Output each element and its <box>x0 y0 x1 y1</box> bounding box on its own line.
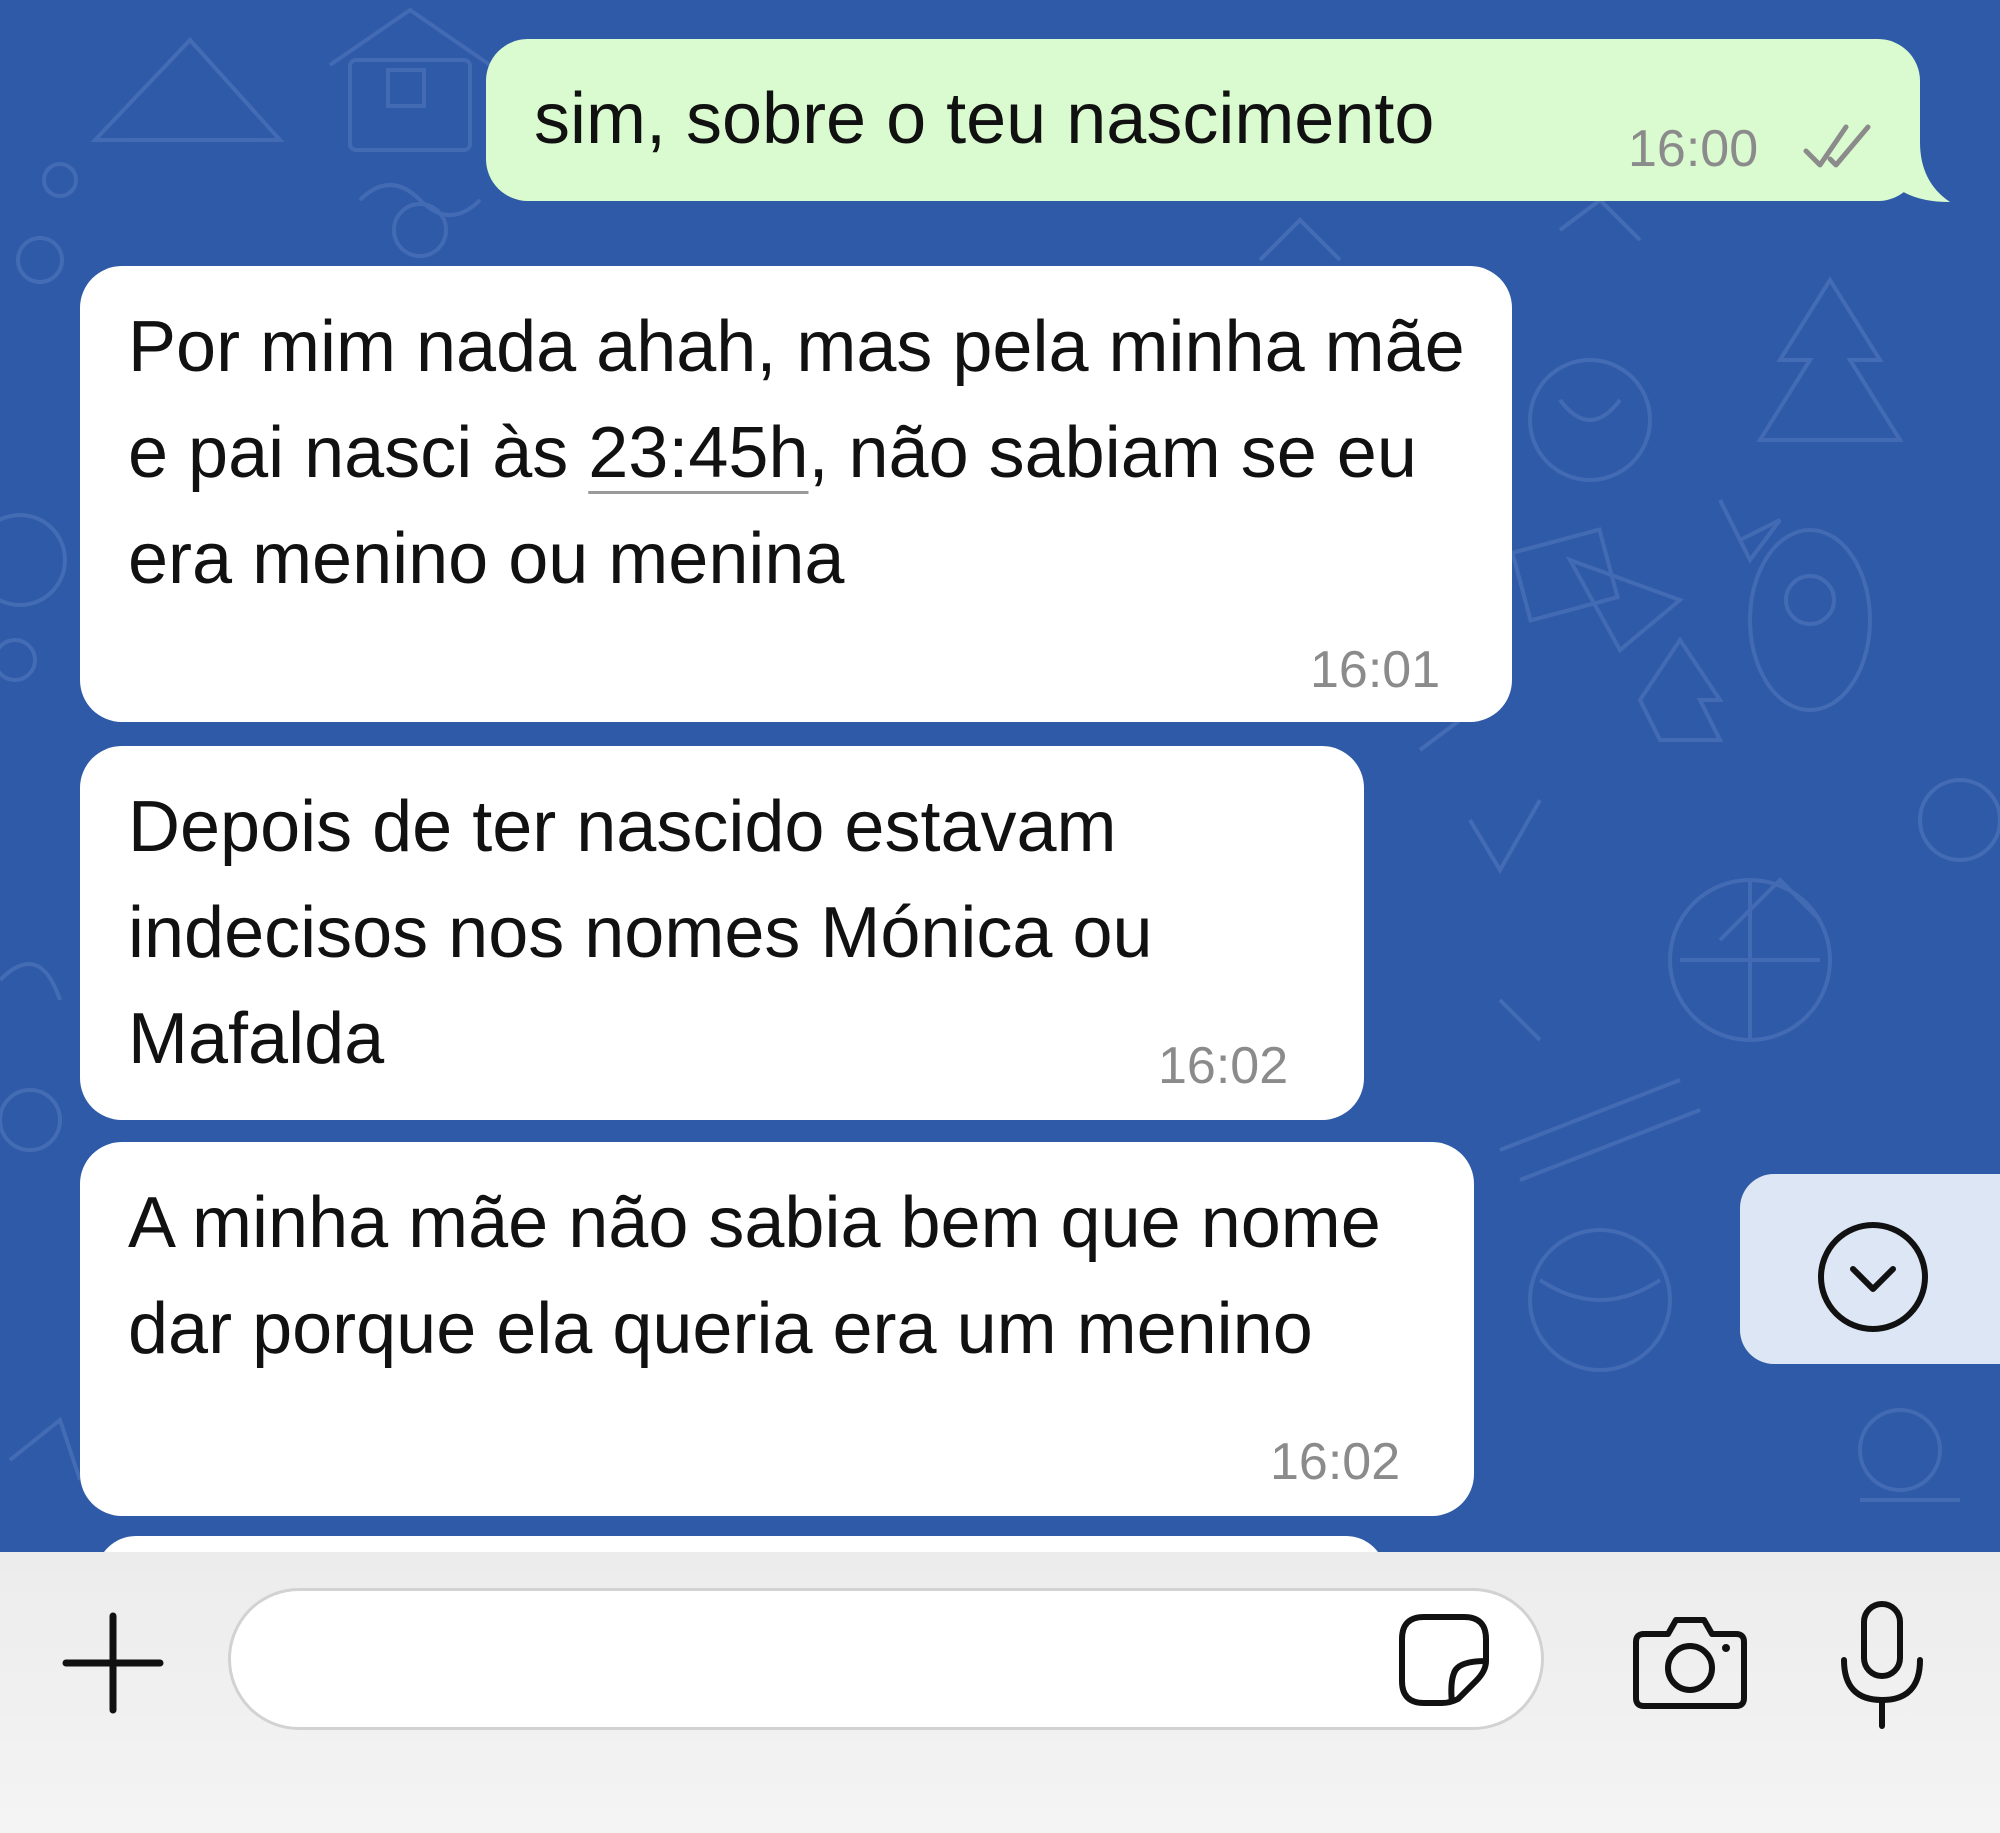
message-text: Por mim nada ahah, mas pela minha mãe e … <box>128 294 1472 612</box>
chat-area[interactable]: sim, sobre o teu nascimento 16:00 Por mi… <box>0 0 2000 1552</box>
camera-icon[interactable] <box>1632 1612 1748 1712</box>
scroll-to-bottom-button[interactable] <box>1740 1174 2000 1364</box>
message-text: Depois de ter nascido estavam indecisos … <box>128 787 1153 1079</box>
sticker-icon[interactable] <box>1396 1611 1492 1707</box>
message-bubble-outgoing[interactable]: sim, sobre o teu nascimento 16:00 <box>486 39 1920 201</box>
message-bubble-incoming-partial <box>96 1536 1386 1552</box>
plus-icon[interactable] <box>58 1608 168 1718</box>
message-text: A minha mãe não sabia bem que nome dar p… <box>128 1183 1381 1369</box>
message-bubble-incoming[interactable]: A minha mãe não sabia bem que nome dar p… <box>80 1142 1474 1516</box>
message-timestamp: 16:00 <box>1628 120 1759 178</box>
message-bubble-incoming[interactable]: Depois de ter nascido estavam indecisos … <box>80 746 1364 1120</box>
message-timestamp: 16:02 <box>1270 1433 1401 1491</box>
time-link[interactable]: 23:45h <box>588 413 808 493</box>
microphone-icon[interactable] <box>1836 1600 1928 1730</box>
double-check-icon <box>1803 124 1871 168</box>
message-bubble-incoming[interactable]: Por mim nada ahah, mas pela minha mãe e … <box>80 266 1512 722</box>
message-input[interactable] <box>228 1588 1544 1730</box>
bubble-tail <box>1880 142 1950 202</box>
chevron-down-circle-icon <box>1818 1222 1928 1332</box>
message-timestamp: 16:02 <box>1158 1037 1289 1095</box>
message-timestamp: 16:01 <box>1310 641 1441 699</box>
